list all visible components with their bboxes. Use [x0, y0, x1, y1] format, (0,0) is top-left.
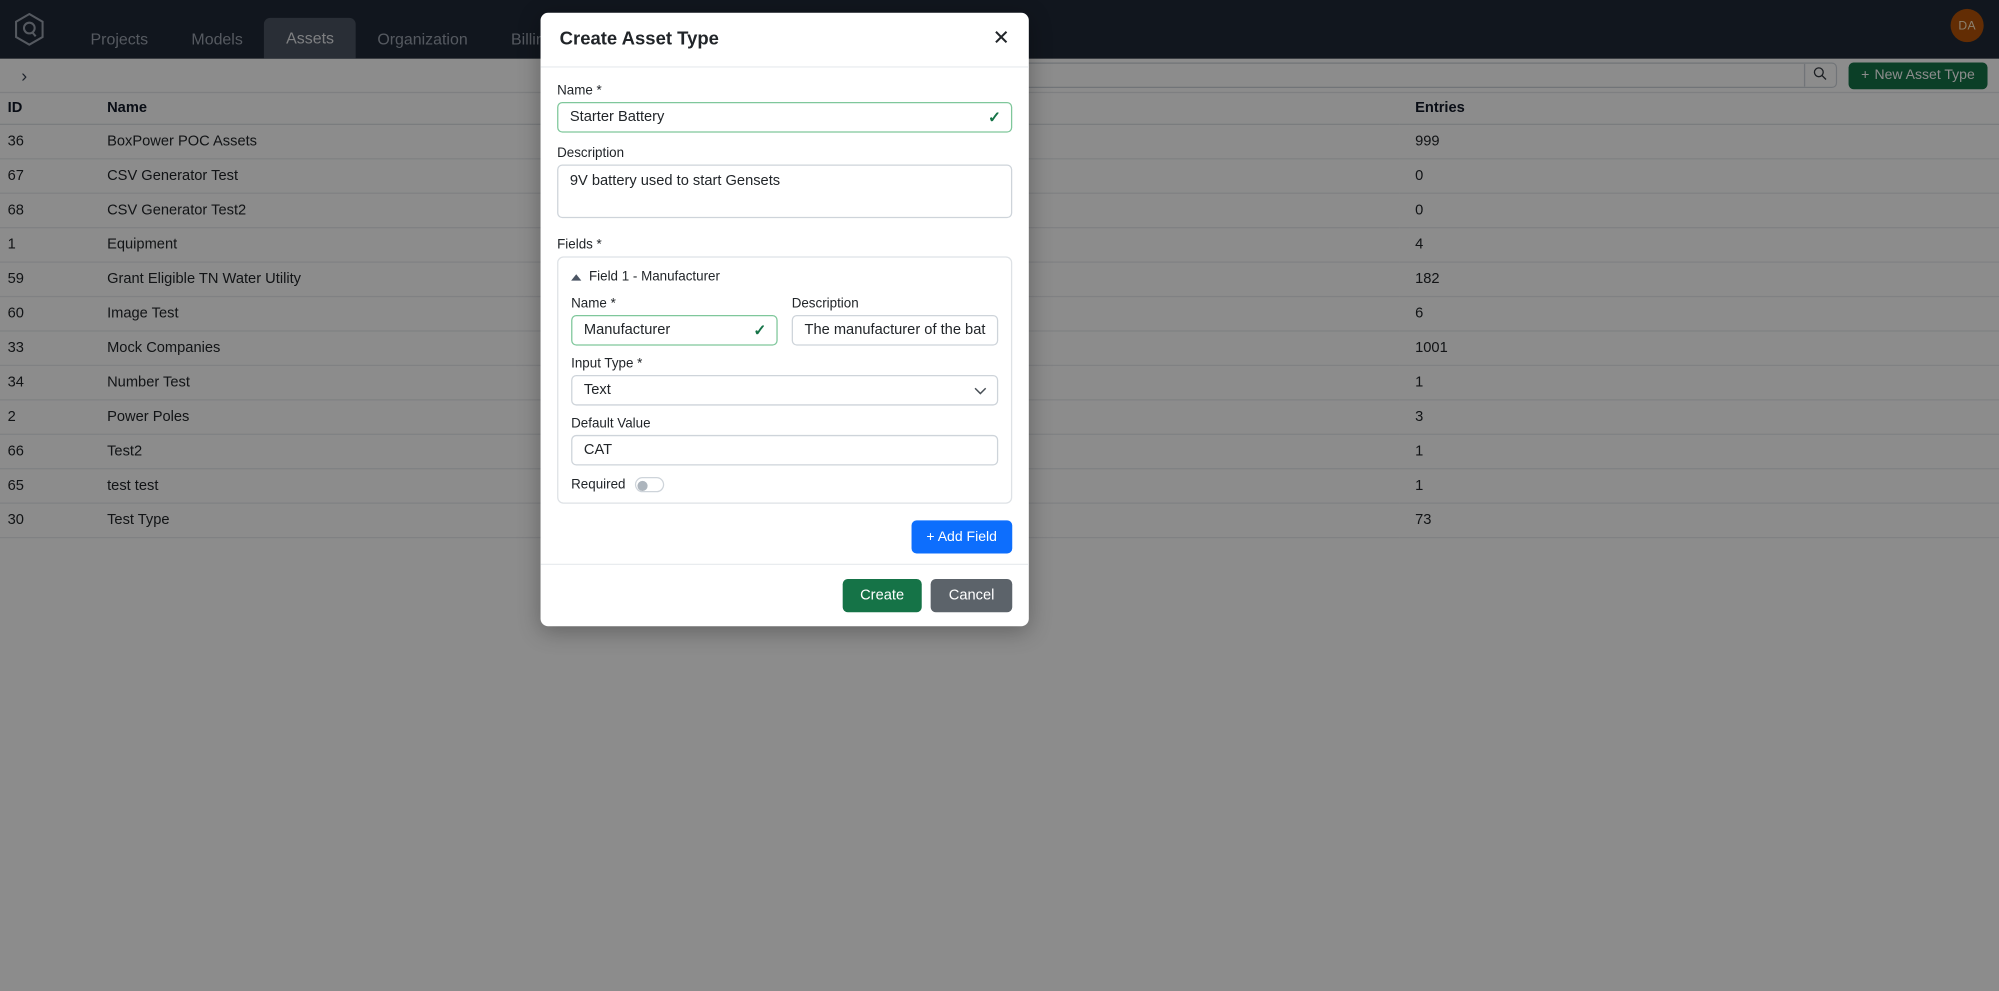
close-button[interactable]: ✕: [993, 29, 1010, 49]
field-name-group: Name * ✓: [571, 296, 778, 346]
create-button[interactable]: Create: [842, 579, 922, 613]
field-name-input[interactable]: [571, 315, 778, 346]
asset-name-group: Name * ✓: [557, 82, 1013, 133]
asset-name-input[interactable]: [557, 102, 1013, 133]
caret-up-icon: [571, 273, 582, 280]
modal-header: Create Asset Type ✕: [540, 13, 1029, 68]
field-description-input[interactable]: [791, 315, 999, 346]
field-required-row: Required: [571, 477, 998, 493]
field-name-description-row: Name * ✓ Description: [571, 295, 999, 346]
field-default-value-label: Default Value: [571, 415, 651, 432]
field-default-value-group: Default Value: [571, 415, 999, 466]
fields-label: Fields *: [557, 237, 602, 253]
cancel-button[interactable]: Cancel: [930, 579, 1013, 613]
field-default-value-input[interactable]: [571, 434, 999, 466]
asset-name-label: Name *: [557, 82, 602, 99]
add-field-row: + Add Field: [557, 520, 1013, 554]
field-name-label: Name *: [571, 295, 616, 312]
modal-title: Create Asset Type: [559, 29, 719, 50]
asset-description-group: Description 9V battery used to start Gen…: [557, 145, 1013, 224]
field-name-input-wrap: ✓: [571, 315, 778, 346]
app-root: Projects Models Assets Organization Bill…: [0, 0, 1999, 991]
field-required-label: Required: [571, 477, 626, 493]
field-description-label: Description: [791, 295, 859, 312]
asset-description-textarea[interactable]: 9V battery used to start Gensets: [557, 164, 1013, 219]
field-input-type-label: Input Type *: [571, 355, 643, 372]
field-1-header-toggle[interactable]: Field 1 - Manufacturer: [571, 269, 998, 284]
field-1-header-label: Field 1 - Manufacturer: [588, 269, 720, 285]
field-card-1: Field 1 - Manufacturer Name * ✓ Descript…: [557, 256, 1013, 504]
create-asset-type-modal: Create Asset Type ✕ Name * ✓ Description…: [540, 12, 1029, 627]
modal-body: Name * ✓ Description 9V battery used to …: [541, 68, 1029, 564]
asset-name-input-wrap: ✓: [557, 102, 1013, 133]
close-icon: ✕: [992, 28, 1010, 50]
toggle-knob: [637, 480, 648, 491]
field-input-type-group: Input Type * Text: [571, 355, 999, 406]
modal-footer: Create Cancel: [540, 563, 1029, 626]
asset-description-label: Description: [557, 145, 625, 161]
field-input-type-select-wrap: Text: [571, 374, 999, 406]
field-required-toggle[interactable]: [634, 477, 664, 493]
field-description-group: Description: [791, 295, 999, 346]
field-input-type-select[interactable]: Text: [571, 374, 999, 406]
add-field-button[interactable]: + Add Field: [911, 520, 1013, 554]
